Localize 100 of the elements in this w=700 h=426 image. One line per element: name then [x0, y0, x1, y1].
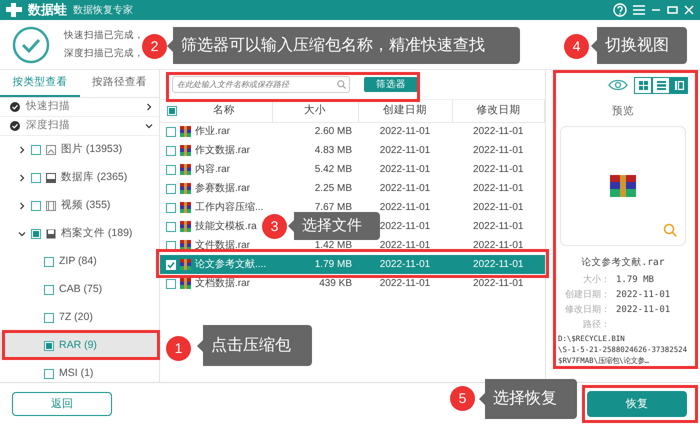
checkbox[interactable]	[31, 173, 41, 183]
checkbox[interactable]	[31, 229, 41, 239]
archive-icon	[180, 183, 191, 194]
archive-icon	[180, 240, 191, 251]
eye-icon[interactable]	[608, 79, 628, 91]
search-icon[interactable]	[337, 80, 346, 89]
tree-item[interactable]: 档案文件 (189)	[0, 220, 159, 248]
archive-icon	[180, 259, 191, 270]
preview-file-name: 论文参考文献.rar	[580, 256, 666, 270]
scan-summary-text: 深度扫描已完成，	[64, 46, 144, 60]
file-name[interactable]: 作文数据.rar	[195, 143, 250, 158]
field-label: 大小：	[582, 274, 610, 287]
file-size: 1.79 MB	[314, 259, 352, 270]
scan-label: 快速扫描	[26, 99, 71, 114]
column-header: 名称	[212, 102, 236, 118]
step-number: 3	[262, 214, 287, 239]
file-name[interactable]: 内容.rar	[195, 162, 230, 177]
checkbox[interactable]	[44, 285, 54, 295]
file-name[interactable]: 文件数据.rar	[195, 238, 250, 253]
check-circle-icon	[10, 102, 20, 112]
app-subtitle: 数据恢复专家	[73, 4, 133, 18]
scan-summary-text: 快速扫描已完成，	[64, 28, 144, 42]
archive-icon	[180, 126, 191, 138]
chevron-down-icon[interactable]	[18, 230, 26, 238]
zoom-icon[interactable]	[663, 222, 677, 237]
field-label: 路径：	[582, 318, 610, 332]
checkbox[interactable]	[166, 126, 176, 137]
checkbox[interactable]	[166, 278, 176, 288]
tree-item[interactable]: MSI (1)	[0, 360, 159, 382]
created-date: 2022-11-01	[380, 221, 430, 232]
field-value: 2022-11-01	[615, 289, 670, 302]
checkbox[interactable]	[31, 201, 41, 211]
modified-date: 2022-11-01	[473, 240, 524, 251]
checkbox[interactable]	[44, 313, 54, 323]
check-icon	[167, 260, 175, 268]
chevron-down-icon[interactable]	[145, 122, 153, 130]
modified-date: 2022-11-01	[473, 278, 524, 289]
checkbox[interactable]	[166, 146, 176, 156]
tree-item[interactable]: 视频 (355)	[0, 192, 159, 220]
modified-date: 2022-11-01	[473, 259, 524, 270]
field-value: 2022-11-01	[615, 304, 670, 317]
cross-logo-icon	[6, 3, 22, 17]
view-toggle[interactable]	[634, 76, 652, 94]
modified-date: 2022-11-01	[473, 221, 524, 232]
checkbox[interactable]	[166, 222, 176, 232]
field-value: 1.79 MB	[615, 274, 654, 287]
file-size: 7.67 MB	[314, 202, 352, 213]
file-size: 5.42 MB	[314, 164, 352, 175]
checkbox[interactable]	[166, 202, 176, 212]
checkbox[interactable]	[44, 369, 54, 379]
search-field[interactable]: 在此处输入文件名称或保存路径	[172, 76, 350, 93]
file-size: 2.60 MB	[314, 126, 352, 138]
menu-icon[interactable]	[633, 5, 645, 15]
created-date: 2022-11-01	[380, 259, 430, 270]
chevron-right-icon[interactable]	[18, 146, 26, 154]
checkbox[interactable]	[166, 184, 176, 194]
tree-item[interactable]: 数据库 (2365)	[0, 164, 159, 192]
step-number: 2	[142, 34, 167, 59]
modified-date: 2022-11-01	[473, 164, 524, 175]
chevron-right-icon[interactable]	[18, 174, 26, 182]
list-icon	[656, 80, 666, 90]
step-number: 5	[450, 386, 475, 411]
modified-date: 2022-11-01	[473, 183, 524, 194]
chevron-right-icon[interactable]	[18, 202, 26, 210]
archive-icon	[610, 174, 636, 197]
checkbox[interactable]	[167, 106, 177, 116]
tree-item[interactable]: ZIP (84)	[0, 248, 159, 276]
checkbox[interactable]	[31, 145, 41, 155]
back-button[interactable]: 返回	[12, 392, 112, 416]
created-date: 2022-11-01	[380, 145, 430, 156]
file-name[interactable]: 工作内容压缩...	[195, 200, 264, 215]
archive-icon	[180, 145, 191, 156]
restore-button[interactable]: 恢复	[587, 391, 687, 417]
file-name[interactable]: 文档数据.rar	[195, 276, 250, 291]
column-header: 大小	[304, 104, 326, 116]
file-name[interactable]: 作业.rar	[195, 124, 230, 140]
tree-item[interactable]: CAB (75)	[0, 276, 159, 304]
callout-text: 切换视图	[591, 27, 687, 64]
view-toggle[interactable]	[652, 76, 670, 94]
view-toggle[interactable]	[670, 76, 688, 94]
tree-item[interactable]: 图片 (13953)	[0, 136, 159, 164]
created-date: 2022-11-01	[380, 202, 430, 213]
file-size: 439 KB	[319, 278, 352, 289]
chevron-right-icon[interactable]	[145, 103, 153, 111]
checkbox[interactable]	[44, 341, 54, 351]
file-name[interactable]: 参赛数据.rar	[195, 181, 250, 196]
maximize-icon[interactable]	[667, 5, 678, 15]
close-icon[interactable]	[684, 5, 694, 15]
checkbox[interactable]	[166, 164, 176, 174]
modified-date: 2022-11-01	[473, 145, 524, 156]
tree-item[interactable]: 7Z (20)	[0, 304, 159, 332]
filter-button[interactable]: 筛选器	[364, 77, 418, 92]
view-tab[interactable]: 按类型查看	[0, 70, 80, 97]
checkbox[interactable]	[166, 240, 176, 250]
file-name[interactable]: 技能文模板.ra	[195, 219, 257, 234]
view-tab[interactable]: 按路径查看	[80, 70, 159, 97]
created-date: 2022-11-01	[380, 164, 430, 175]
help-icon[interactable]	[613, 3, 627, 17]
step-number: 4	[564, 34, 589, 59]
checkbox[interactable]	[44, 257, 54, 267]
